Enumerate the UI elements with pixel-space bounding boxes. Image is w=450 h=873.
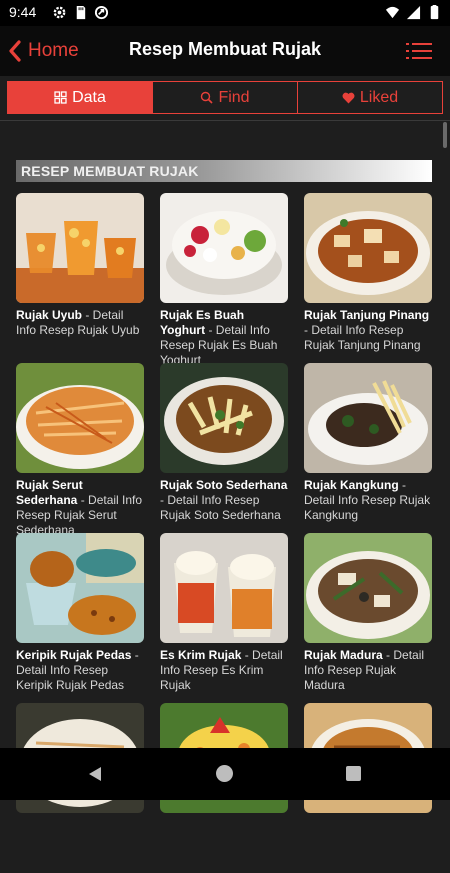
recipe-name: Rujak Madura <box>304 648 383 662</box>
app-bar: Home Resep Membuat Rujak <box>0 26 450 76</box>
recipe-desc: - Detail Info Resep Rujak Tanjung Pinang <box>304 323 421 352</box>
recipe-card[interactable]: Rujak Serut Sederhana - Detail Info Rese… <box>16 363 144 537</box>
data-saver-icon <box>94 5 109 20</box>
recipe-thumbnail <box>304 533 432 643</box>
tab-find-label: Find <box>218 88 250 106</box>
recipe-name: Rujak Soto Sederhana <box>160 478 288 492</box>
recipe-name: Rujak Tanjung Pinang <box>304 308 430 322</box>
back-label: Home <box>28 40 79 61</box>
recipe-card[interactable]: Rujak Kangkung - Detail Info Resep Rujak… <box>304 363 432 533</box>
grid-icon <box>54 91 67 104</box>
nav-recents-icon[interactable] <box>346 766 361 781</box>
recipe-thumbnail <box>160 363 288 473</box>
recipe-name: Rujak Serut Sederhana <box>16 478 83 507</box>
recipe-thumbnail <box>160 193 288 303</box>
sd-card-icon <box>76 5 86 20</box>
system-nav-bar <box>0 748 450 800</box>
recipe-name: Rujak Uyub <box>16 308 83 322</box>
heart-icon <box>342 92 355 103</box>
recipe-thumbnail <box>16 533 144 643</box>
recipe-card[interactable]: Rujak Soto Sederhana - Detail Info Resep… <box>160 363 288 533</box>
battery-icon <box>430 5 439 20</box>
nav-back-icon[interactable] <box>86 765 104 783</box>
recipe-name: Rujak Kangkung <box>304 478 399 492</box>
wifi-icon <box>385 6 400 19</box>
tab-data[interactable]: Data <box>8 82 153 113</box>
back-button[interactable]: Home <box>8 38 79 64</box>
recipe-name: Es Krim Rujak <box>160 648 242 662</box>
chevron-left-icon <box>9 40 21 62</box>
tab-data-label: Data <box>72 88 106 106</box>
search-icon <box>201 91 214 104</box>
signal-icon <box>406 5 421 20</box>
list-menu-icon[interactable] <box>406 41 432 61</box>
tab-bar: Data Find Liked <box>7 81 443 114</box>
scrollbar[interactable] <box>443 122 447 148</box>
recipe-card[interactable]: Rujak Es Buah Yoghurt - Detail Info Rese… <box>160 193 288 367</box>
recipe-card[interactable]: Keripik Rujak Pedas - Detail Info Resep … <box>16 533 144 703</box>
recipe-card[interactable]: Rujak Tanjung Pinang - Detail Info Resep… <box>304 193 432 363</box>
status-bar: 9:44 <box>0 0 450 26</box>
recipe-thumbnail <box>160 533 288 643</box>
recipe-name: Keripik Rujak Pedas <box>16 648 132 662</box>
recipe-thumbnail <box>304 193 432 303</box>
settings-icon <box>53 6 66 19</box>
recipe-card[interactable]: Rujak Madura - Detail Info Resep Rujak M… <box>304 533 432 703</box>
recipe-card[interactable]: Rujak Uyub - Detail Info Resep Rujak Uyu… <box>16 193 144 363</box>
tab-liked-label: Liked <box>359 88 399 106</box>
divider <box>0 120 450 121</box>
section-header: RESEP MEMBUAT RUJAK <box>16 160 432 182</box>
status-time: 9:44 <box>9 4 37 20</box>
recipe-thumbnail <box>16 363 144 473</box>
tab-find[interactable]: Find <box>153 82 298 113</box>
recipe-thumbnail <box>304 363 432 473</box>
recipe-thumbnail <box>16 193 144 303</box>
recipe-desc: - Detail Info Resep Rujak Soto Sederhana <box>160 493 281 522</box>
tab-liked[interactable]: Liked <box>298 82 442 113</box>
nav-home-icon[interactable] <box>216 765 233 782</box>
recipe-card[interactable]: Es Krim Rujak - Detail Info Resep Es Kri… <box>160 533 288 703</box>
